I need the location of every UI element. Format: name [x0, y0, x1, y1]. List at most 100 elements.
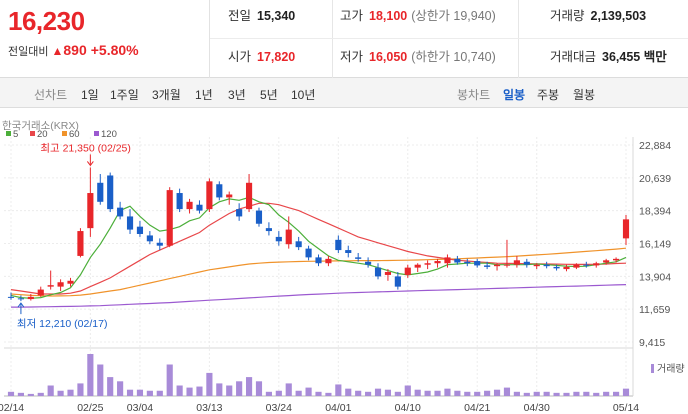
- volume-bar: [444, 388, 451, 396]
- candle-body: [27, 296, 34, 300]
- candle-body: [424, 263, 431, 265]
- x-tick-label: 03/13: [196, 402, 222, 414]
- low-value: 16,050: [369, 50, 408, 64]
- period-1w[interactable]: 1주일: [110, 86, 139, 103]
- volume-bar: [493, 389, 501, 396]
- candle-body: [513, 260, 520, 265]
- tab-daily-candle[interactable]: 일봉: [503, 86, 525, 103]
- tab-monthly-candle[interactable]: 월봉: [573, 86, 595, 103]
- legend-swatch: [30, 131, 35, 136]
- upper-limit: (상한가 19,940): [411, 9, 496, 23]
- candle-body: [523, 261, 530, 265]
- volume-legend-swatch: [651, 364, 654, 373]
- legend-label: 60: [69, 129, 80, 140]
- volume-bar: [464, 391, 471, 396]
- candle-body: [47, 285, 54, 287]
- volume-bar: [553, 392, 560, 396]
- period-1d[interactable]: 1일: [81, 86, 99, 103]
- volume-bar: [265, 391, 272, 396]
- volume-value: 2,139,503: [590, 9, 647, 23]
- chart-legend: 한국거래소(KRX)5 20 60 120: [2, 120, 117, 140]
- volume-bar: [245, 377, 253, 396]
- volume-bar: [47, 385, 54, 396]
- volume-bar: [216, 383, 223, 396]
- volume-bar: [335, 384, 342, 396]
- chart-toolbar: 선차트 1일 1주일 3개월 1년 3년 5년 10년 봉차트 일봉 주봉 월봉: [0, 78, 688, 108]
- x-tick-label: 02/25: [77, 402, 103, 414]
- volume-bar: [613, 391, 620, 396]
- divider: [210, 38, 688, 39]
- candle-body: [67, 280, 74, 284]
- volume-bar: [315, 391, 322, 396]
- candle-body: [365, 261, 372, 265]
- chart-gridlines: [4, 137, 633, 396]
- max-price-label: 최고 21,350 (02/25): [40, 142, 131, 154]
- period-3m[interactable]: 3개월: [152, 86, 181, 103]
- period-1y[interactable]: 1년: [195, 86, 213, 103]
- chart-annotations: 최고 21,350 (02/25) 최저 12,210 (02/17): [17, 142, 131, 330]
- candle-body: [563, 266, 570, 270]
- volume-bar: [87, 354, 94, 396]
- candle-body: [305, 248, 312, 258]
- volume-bar: [107, 377, 114, 396]
- legend-swatch: [6, 131, 11, 136]
- stock-candle-chart[interactable]: 22,884 20,639 18,394 16,149 13,904 11,659 9,41…: [0, 108, 688, 414]
- tab-weekly-candle[interactable]: 주봉: [537, 86, 559, 103]
- x-tick-label: 04/01: [325, 402, 351, 414]
- x-tick-label: 02/14: [0, 402, 24, 414]
- volume-bar: [573, 391, 580, 396]
- volume-bar: [186, 387, 193, 396]
- candle-body: [384, 272, 392, 275]
- volume-bar: [117, 381, 124, 396]
- volume-bar: [325, 392, 332, 396]
- line-chart-label[interactable]: 선차트: [34, 86, 67, 103]
- candle-body: [156, 242, 163, 246]
- candle-body: [434, 261, 441, 264]
- volume-bar: [583, 391, 590, 396]
- legend-swatch: [62, 131, 67, 136]
- volume-bar: [156, 390, 163, 396]
- volume-bar: [27, 393, 34, 396]
- candle-body: [295, 241, 302, 248]
- candle-body: [543, 264, 550, 267]
- ma5-line: [10, 196, 627, 299]
- x-tick-label: 05/14: [613, 402, 639, 414]
- volume-bars: 거래량: [7, 354, 685, 396]
- legend-label: 20: [37, 129, 48, 140]
- candle-body: [117, 207, 124, 217]
- candle-body: [553, 266, 560, 269]
- candle-body: [374, 267, 382, 277]
- period-10y[interactable]: 10년: [291, 86, 315, 103]
- candle-body: [335, 239, 342, 251]
- candle-body: [593, 263, 600, 266]
- prev-close-value: 15,340: [257, 9, 296, 23]
- change-label: 전일대비: [8, 46, 49, 58]
- volume-bar: [454, 390, 461, 396]
- volume-bar: [543, 391, 550, 396]
- volume-bar: [295, 390, 302, 396]
- x-tick-label: 03/24: [266, 402, 292, 414]
- volume-bar: [255, 381, 263, 396]
- volume-bar: [285, 383, 292, 396]
- volume-bar: [384, 389, 392, 396]
- trade-amount-value: 36,455 백만: [602, 50, 667, 64]
- candle-body: [464, 261, 471, 264]
- candle-body: [503, 264, 511, 266]
- volume-bar: [57, 390, 64, 396]
- candle-body: [97, 182, 104, 202]
- volume-bar: [404, 385, 411, 396]
- volume-bar: [305, 387, 312, 396]
- candle-body: [176, 193, 183, 210]
- y-tick-label: 18,394: [639, 206, 671, 218]
- period-3y[interactable]: 3년: [228, 86, 246, 103]
- candle-body: [355, 257, 362, 259]
- x-tick-label: 04/21: [464, 402, 490, 414]
- candle-chart-label[interactable]: 봉차트: [457, 86, 490, 103]
- legend-label: 5: [13, 129, 18, 140]
- y-tick-label: 9,415: [639, 337, 665, 349]
- period-5y[interactable]: 5년: [260, 86, 278, 103]
- candle-body: [583, 264, 590, 266]
- change-value: 890: [63, 42, 87, 58]
- volume-bar: [97, 364, 104, 396]
- volume-bar: [563, 392, 570, 396]
